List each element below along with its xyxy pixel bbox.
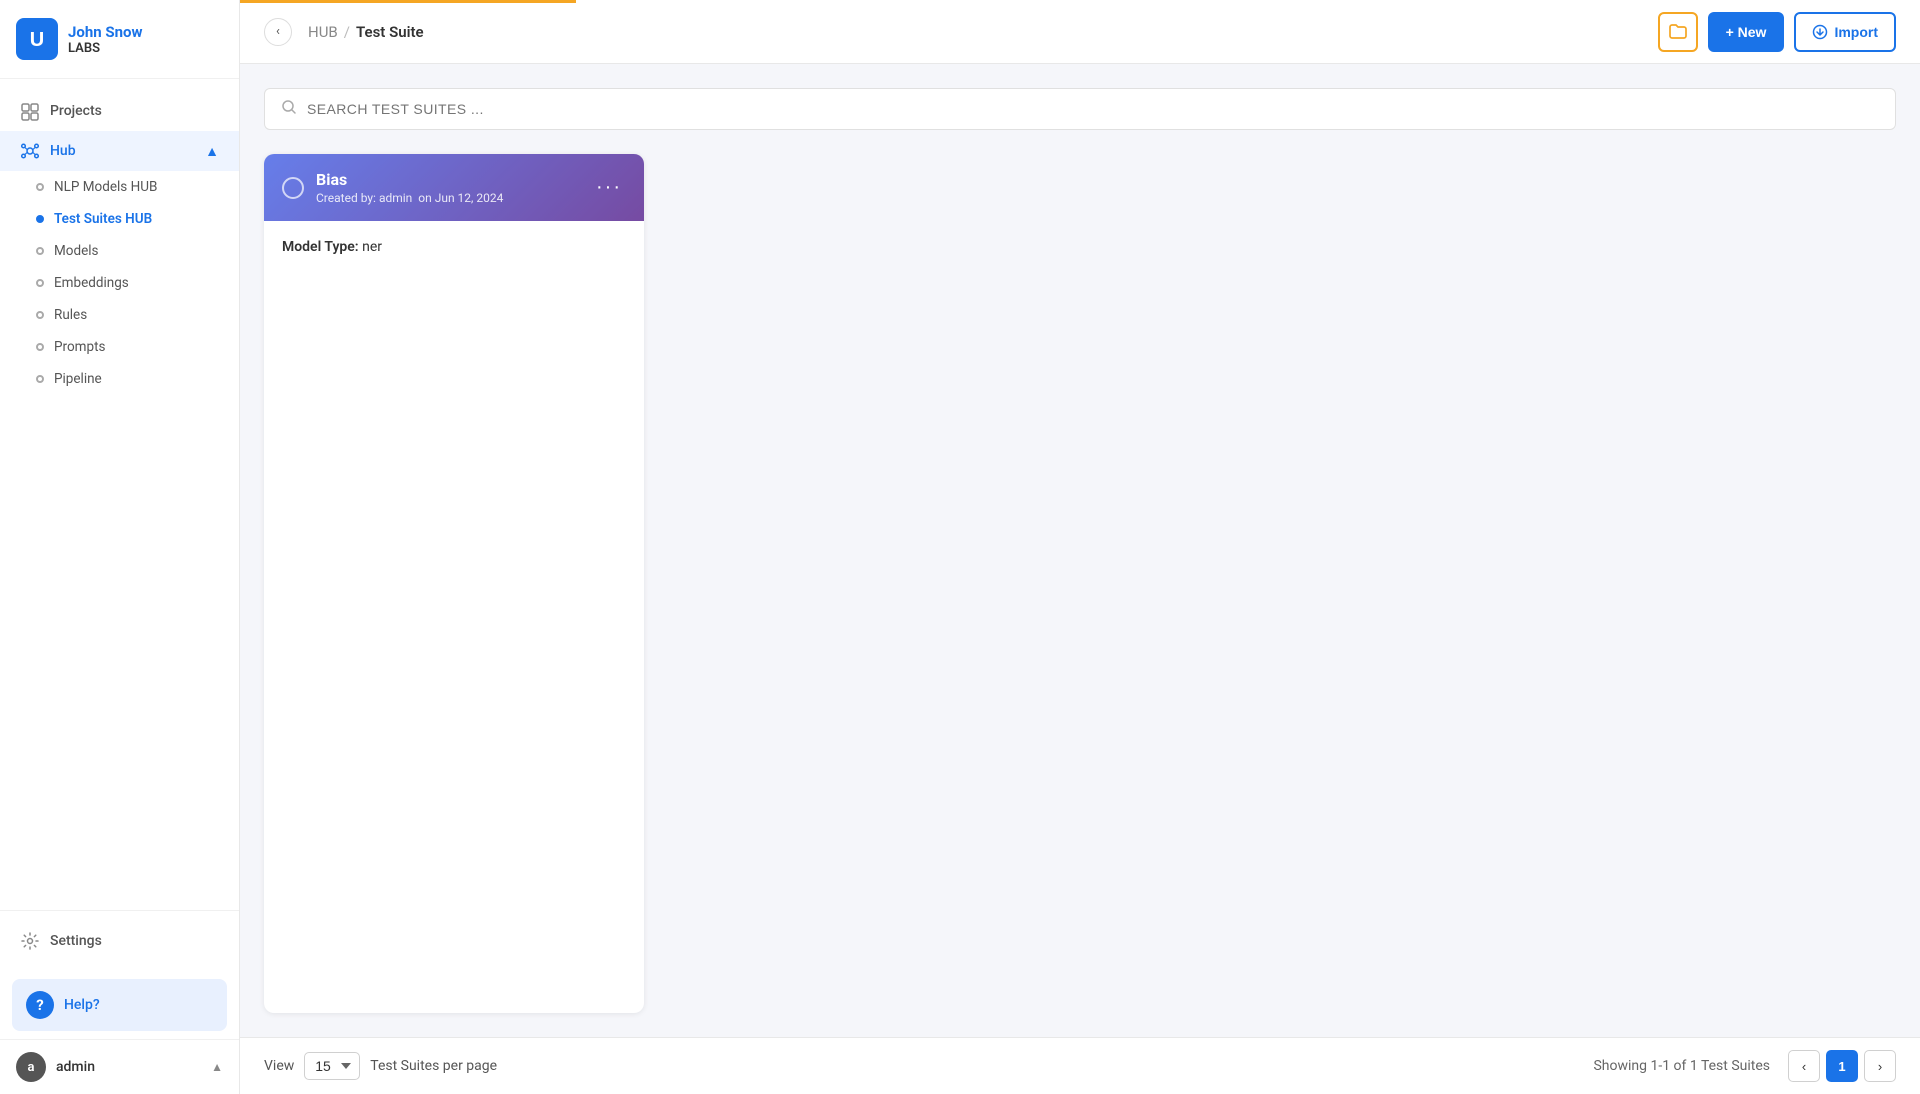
settings-icon — [20, 931, 40, 951]
topbar-actions: + New Import — [1658, 12, 1896, 52]
folder-icon — [1668, 22, 1688, 42]
sidebar-item-rules[interactable]: Rules — [0, 299, 239, 331]
view-label: View — [264, 1058, 294, 1074]
sidebar-item-settings[interactable]: Settings — [0, 921, 239, 961]
pagination-page-1-button[interactable]: 1 — [1826, 1050, 1858, 1082]
nav-dot-icon — [36, 183, 44, 191]
card-body: Model Type: ner — [264, 221, 644, 273]
help-button[interactable]: ? Help? — [12, 979, 227, 1031]
avatar: a — [16, 1052, 46, 1082]
content-footer: View 15 25 50 Test Suites per page Showi… — [240, 1037, 1920, 1094]
card-subtitle: Created by: admin on Jun 12, 2024 — [316, 191, 503, 205]
import-icon — [1812, 24, 1828, 40]
user-chevron-icon: ▲ — [211, 1060, 223, 1074]
card-header-left: Bias Created by: admin on Jun 12, 2024 — [282, 170, 503, 205]
pagination-next-button[interactable]: › — [1864, 1050, 1896, 1082]
hub-chevron-icon: ▲ — [205, 143, 219, 160]
import-button[interactable]: Import — [1794, 12, 1896, 52]
pagination-prev-button[interactable]: ‹ — [1788, 1050, 1820, 1082]
nav-dot-icon — [36, 279, 44, 287]
hub-icon — [20, 141, 40, 161]
collapse-sidebar-button[interactable]: ‹ — [264, 18, 292, 46]
user-menu[interactable]: a admin ▲ — [0, 1039, 239, 1094]
new-button[interactable]: + New — [1708, 12, 1785, 52]
sidebar-nav: Projects Hub ▲ NLP Models HUB — [0, 79, 239, 910]
user-name-label: admin — [56, 1059, 201, 1075]
help-icon: ? — [26, 991, 54, 1019]
sidebar-item-pipeline[interactable]: Pipeline — [0, 363, 239, 395]
cards-grid: Bias Created by: admin on Jun 12, 2024 ·… — [264, 154, 1896, 1013]
per-page-select[interactable]: 15 25 50 — [304, 1052, 360, 1080]
breadcrumb-current: Test Suite — [356, 23, 424, 41]
content-area: Bias Created by: admin on Jun 12, 2024 ·… — [240, 64, 1920, 1037]
card-menu-button[interactable]: ··· — [592, 176, 626, 199]
search-input[interactable] — [307, 101, 1879, 117]
breadcrumb-hub: HUB — [308, 23, 338, 41]
sidebar-settings-section: Settings — [0, 910, 239, 971]
nav-dot-active-icon — [36, 215, 44, 223]
logo-text: John Snow LABS — [68, 23, 143, 56]
topbar: ‹ HUB / Test Suite + New Import — [240, 0, 1920, 64]
sidebar-item-hub[interactable]: Hub ▲ — [0, 131, 239, 171]
projects-icon — [20, 101, 40, 121]
sidebar-item-nlp-models-hub[interactable]: NLP Models HUB — [0, 171, 239, 203]
test-suite-card[interactable]: Bias Created by: admin on Jun 12, 2024 ·… — [264, 154, 644, 1013]
view-control: View 15 25 50 Test Suites per page — [264, 1052, 497, 1080]
card-header: Bias Created by: admin on Jun 12, 2024 ·… — [264, 154, 644, 221]
card-status-icon — [282, 177, 304, 199]
svg-text:U: U — [30, 29, 44, 51]
logo-area: U John Snow LABS — [0, 0, 239, 79]
pagination-info: Showing 1-1 of 1 Test Suites — [1593, 1058, 1770, 1074]
sidebar-item-prompts[interactable]: Prompts — [0, 331, 239, 363]
sidebar-item-models[interactable]: Models — [0, 235, 239, 267]
folder-button[interactable] — [1658, 12, 1698, 52]
card-title: Bias — [316, 170, 503, 189]
sidebar: U John Snow LABS Projects — [0, 0, 240, 1094]
breadcrumb-separator: / — [344, 23, 350, 41]
nav-dot-icon — [36, 343, 44, 351]
jsl-logo-icon: U — [16, 18, 58, 60]
card-model-type: Model Type: ner — [282, 239, 626, 255]
nav-dot-icon — [36, 375, 44, 383]
per-page-suffix: Test Suites per page — [370, 1058, 497, 1074]
sidebar-item-test-suites-hub[interactable]: Test Suites HUB — [0, 203, 239, 235]
pagination: Showing 1-1 of 1 Test Suites ‹ 1 › — [1593, 1050, 1896, 1082]
breadcrumb: HUB / Test Suite — [308, 23, 424, 41]
search-icon — [281, 99, 297, 119]
hub-sub-nav: NLP Models HUB Test Suites HUB Models Em… — [0, 171, 239, 395]
sidebar-item-embeddings[interactable]: Embeddings — [0, 267, 239, 299]
search-bar — [264, 88, 1896, 130]
nav-dot-icon — [36, 311, 44, 319]
sidebar-item-projects[interactable]: Projects — [0, 91, 239, 131]
main-content: ‹ HUB / Test Suite + New Import — [240, 0, 1920, 1094]
nav-dot-icon — [36, 247, 44, 255]
